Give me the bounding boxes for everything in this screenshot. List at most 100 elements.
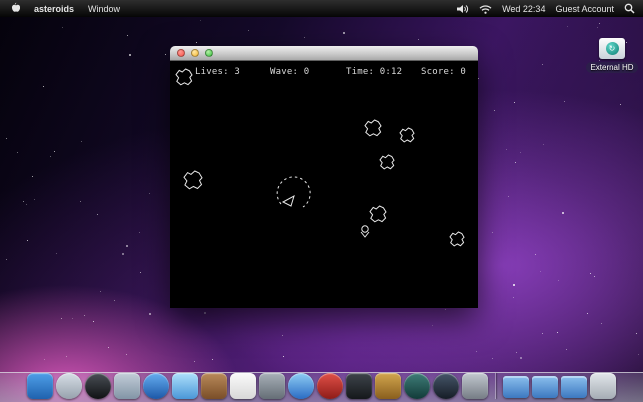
star <box>519 152 521 154</box>
dock <box>0 362 643 402</box>
dock-icon-address-book[interactable] <box>201 373 227 399</box>
wifi-icon[interactable] <box>479 4 492 14</box>
dock-icon-system-preferences[interactable] <box>462 373 488 399</box>
star <box>80 201 82 203</box>
spotlight-icon[interactable] <box>624 3 635 14</box>
star <box>492 232 494 234</box>
star <box>563 101 565 103</box>
asteroid <box>369 205 387 223</box>
dock-icon-safari[interactable] <box>143 373 169 399</box>
star <box>127 34 129 36</box>
star <box>586 313 588 315</box>
star <box>515 352 517 353</box>
dock-icon-folder-downloads[interactable] <box>532 376 558 398</box>
star <box>247 30 249 32</box>
menu-user[interactable]: Guest Account <box>555 4 614 14</box>
volume-icon[interactable] <box>457 4 469 14</box>
dock-icon-preview[interactable] <box>259 373 285 399</box>
star <box>304 36 306 38</box>
zoom-button[interactable] <box>205 49 213 57</box>
star <box>507 196 509 198</box>
dock-icon-photo-booth[interactable] <box>346 373 372 399</box>
dock-icon-time-machine[interactable] <box>404 373 430 399</box>
star <box>53 151 55 153</box>
star <box>17 152 19 154</box>
star <box>50 155 52 157</box>
dock-icon-finder[interactable] <box>27 373 53 399</box>
star <box>541 64 543 66</box>
desktop-icon-external-hd[interactable]: ↻ External HD <box>585 38 639 73</box>
star <box>282 334 284 336</box>
star <box>519 356 522 359</box>
dock-icon-mail[interactable] <box>114 373 140 399</box>
star <box>66 356 68 358</box>
hud-time: Time: 0:12 <box>346 67 403 77</box>
star <box>282 355 284 357</box>
dock-icon-folder-applications[interactable] <box>561 376 587 398</box>
star <box>44 358 46 360</box>
game-canvas[interactable] <box>170 61 478 308</box>
dock-icon-garageband[interactable] <box>375 373 401 399</box>
star <box>417 38 419 40</box>
star <box>203 312 206 315</box>
dock-icon-itunes[interactable] <box>288 373 314 399</box>
star <box>478 78 480 80</box>
star <box>635 332 637 334</box>
dock-icon-quicktime[interactable] <box>433 373 459 399</box>
apple-menu-icon[interactable] <box>9 2 20 15</box>
star <box>164 53 166 55</box>
star <box>196 41 198 43</box>
star <box>96 214 98 216</box>
star <box>535 254 537 256</box>
hud-wave: Wave: 0 <box>270 67 310 77</box>
star <box>23 200 25 202</box>
star <box>92 320 94 322</box>
star <box>556 331 558 333</box>
hud-score: Score: 0 <box>421 67 466 77</box>
dock-icon-ical[interactable] <box>230 373 256 399</box>
star <box>598 23 600 25</box>
star <box>26 239 28 241</box>
menu-clock[interactable]: Wed 22:34 <box>502 4 545 14</box>
star <box>62 27 64 29</box>
menu-bar: asteroids Window Wed 22:34 Guest Account <box>0 0 643 17</box>
star <box>512 296 514 298</box>
star <box>83 314 85 316</box>
dock-icon-dashboard[interactable] <box>85 373 111 399</box>
minimize-button[interactable] <box>191 49 199 57</box>
star <box>200 20 202 22</box>
star <box>506 149 508 151</box>
dock-icon-app-store[interactable] <box>56 373 82 399</box>
dock-icon-dvd-player[interactable] <box>317 373 343 399</box>
star <box>557 280 559 282</box>
player-ship <box>281 194 295 207</box>
star <box>600 322 602 324</box>
star <box>515 162 517 164</box>
star <box>6 138 8 140</box>
star <box>491 357 493 359</box>
star <box>129 53 132 56</box>
star <box>475 351 477 353</box>
dock-icon-ichat[interactable] <box>172 373 198 399</box>
close-button[interactable] <box>177 49 185 57</box>
firewire-badge-icon: ↻ <box>605 42 619 55</box>
dock-icon-folder-documents[interactable] <box>503 376 529 398</box>
star <box>620 104 622 106</box>
asteroid <box>183 170 203 190</box>
window-titlebar[interactable] <box>170 46 478 61</box>
star <box>149 192 151 194</box>
star <box>445 308 447 310</box>
ufo-body <box>360 231 370 238</box>
dock-icon-trash[interactable] <box>590 373 616 399</box>
star <box>514 102 516 104</box>
external-hd-label: External HD <box>586 62 638 73</box>
star <box>562 211 565 214</box>
menu-window[interactable]: Window <box>88 4 120 14</box>
star <box>149 312 152 315</box>
star <box>543 144 545 146</box>
star <box>99 290 101 292</box>
game-area[interactable]: Lives: 3 Wave: 0 Time: 0:12 Score: 0 <box>170 61 478 308</box>
star <box>596 26 598 28</box>
menu-app-name[interactable]: asteroids <box>34 4 74 14</box>
asteroid <box>449 231 465 247</box>
